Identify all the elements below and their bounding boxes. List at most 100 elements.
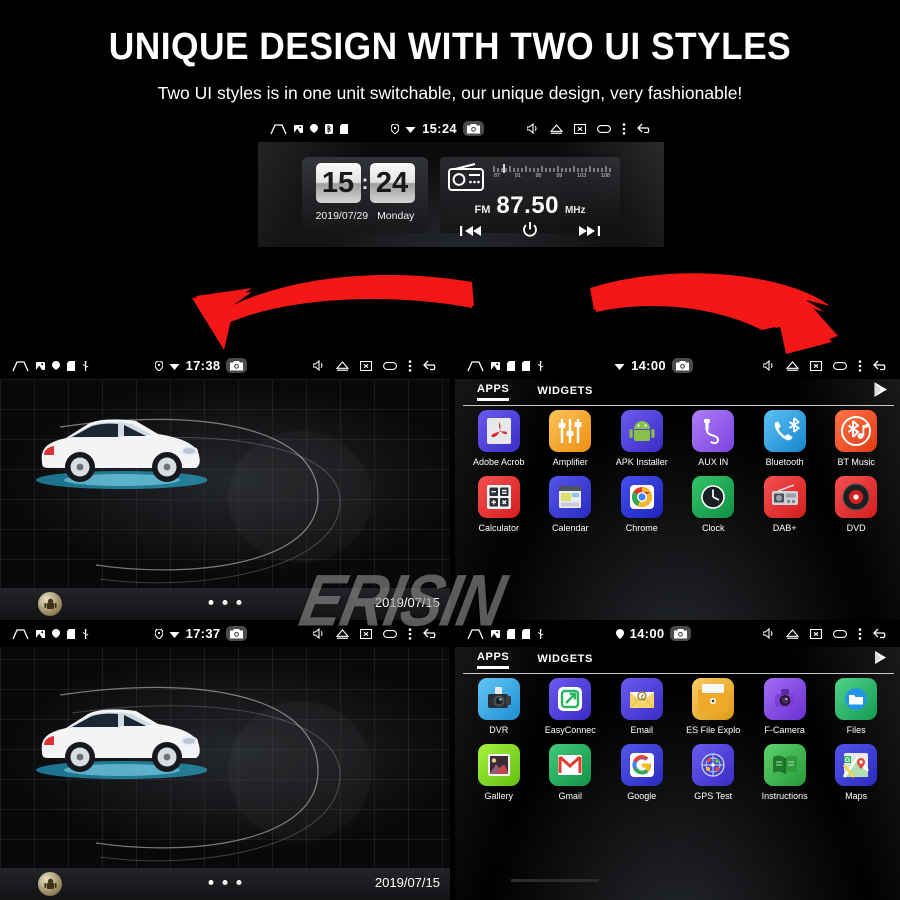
head-unit-home-screen[interactable]: 15:24 15 : 24 2019/07/29 Monday 87 91 95… bbox=[258, 115, 664, 247]
home-icon[interactable] bbox=[270, 123, 287, 135]
tab-apps[interactable]: APPS bbox=[477, 383, 510, 401]
app-easyconnect[interactable]: EasyConnec bbox=[534, 678, 605, 735]
recents-icon[interactable] bbox=[833, 629, 847, 638]
tab-apps[interactable]: APPS bbox=[477, 651, 510, 669]
app-bluetooth[interactable]: Bluetooth bbox=[749, 410, 820, 467]
app-dvr[interactable]: DVR bbox=[463, 678, 534, 735]
app-chrome[interactable]: Chrome bbox=[606, 476, 677, 533]
close-window-icon[interactable] bbox=[809, 628, 823, 639]
back-icon[interactable] bbox=[423, 360, 440, 371]
flip-clock-widget[interactable]: 15 : 24 2019/07/29 Monday bbox=[302, 157, 428, 233]
camera-icon[interactable] bbox=[226, 626, 248, 641]
app-dab-plus[interactable]: DAB+ bbox=[749, 476, 820, 533]
home-icon[interactable] bbox=[12, 628, 29, 640]
volume-icon[interactable] bbox=[312, 359, 325, 372]
home-icon[interactable] bbox=[467, 360, 484, 372]
status-bar-left-bottom[interactable]: 17:37 bbox=[0, 620, 450, 647]
close-window-icon[interactable] bbox=[359, 628, 373, 639]
app-gmail[interactable]: Gmail bbox=[534, 744, 605, 801]
status-bar-top[interactable]: 15:24 bbox=[258, 115, 664, 142]
eject-icon[interactable] bbox=[335, 360, 350, 371]
volume-icon[interactable] bbox=[762, 359, 775, 372]
play-store-icon[interactable] bbox=[873, 382, 888, 402]
app-instructions[interactable]: Instructions bbox=[749, 744, 820, 801]
app-email[interactable]: Email bbox=[606, 678, 677, 735]
close-window-icon[interactable] bbox=[809, 360, 823, 371]
camera-icon[interactable] bbox=[670, 626, 692, 641]
page-dots[interactable] bbox=[208, 600, 242, 605]
next-icon[interactable] bbox=[578, 224, 600, 242]
overflow-icon[interactable] bbox=[858, 627, 862, 640]
camera-icon[interactable] bbox=[671, 358, 693, 373]
dock-bar[interactable]: 2019/07/15 bbox=[0, 868, 450, 900]
eject-icon[interactable] bbox=[335, 628, 350, 639]
back-icon[interactable] bbox=[637, 123, 654, 134]
status-bar-right-top[interactable]: 14:00 bbox=[455, 352, 900, 379]
volume-icon[interactable] bbox=[526, 122, 539, 135]
recents-icon[interactable] bbox=[833, 361, 847, 370]
drawer-tabs[interactable]: APPS WIDGETS bbox=[455, 379, 900, 405]
android-home-icon[interactable] bbox=[38, 872, 62, 896]
instructions-book-icon bbox=[763, 744, 806, 786]
recents-icon[interactable] bbox=[597, 124, 611, 133]
home-icon[interactable] bbox=[467, 628, 484, 640]
overflow-icon[interactable] bbox=[408, 627, 412, 640]
tab-widgets[interactable]: WIDGETS bbox=[537, 653, 593, 668]
car-ui-screen-page2[interactable]: 17:37 29 Calendar Amplifier Clock bbox=[0, 620, 450, 900]
camera-icon[interactable] bbox=[462, 121, 484, 136]
volume-icon[interactable] bbox=[762, 627, 775, 640]
app-grid[interactable]: Adobe Acrob Amplifier APK Installer AUX … bbox=[455, 410, 900, 542]
chrome-icon bbox=[620, 476, 663, 518]
app-dvd[interactable]: DVD bbox=[820, 476, 891, 533]
app-drawer-screen-page1[interactable]: 14:00 APPS WIDGETS Adobe Acrob Amplifier… bbox=[455, 352, 900, 620]
status-bar-right-bottom[interactable]: 14:00 bbox=[455, 620, 900, 647]
drawer-tabs[interactable]: APPS WIDGETS bbox=[455, 647, 900, 673]
page-dots[interactable] bbox=[208, 880, 242, 885]
eject-icon[interactable] bbox=[785, 360, 800, 371]
back-icon[interactable] bbox=[873, 628, 890, 639]
app-calculator[interactable]: Calculator bbox=[463, 476, 534, 533]
eject-icon[interactable] bbox=[549, 123, 564, 134]
app-amplifier[interactable]: Amplifier bbox=[534, 410, 605, 467]
app-clock[interactable]: Clock bbox=[677, 476, 748, 533]
volume-icon[interactable] bbox=[312, 627, 325, 640]
app-grid[interactable]: DVR EasyConnec Email ES File Explo F-Cam… bbox=[455, 678, 900, 810]
power-icon[interactable] bbox=[522, 222, 538, 243]
page-indicator-bar[interactable] bbox=[511, 879, 599, 882]
car-ui-screen-page1[interactable]: 17:38 Settings Bl bbox=[0, 352, 450, 620]
android-home-icon[interactable] bbox=[38, 592, 62, 616]
recents-icon[interactable] bbox=[383, 629, 397, 638]
app-gallery[interactable]: Gallery bbox=[463, 744, 534, 801]
recents-icon[interactable] bbox=[383, 361, 397, 370]
home-icon[interactable] bbox=[12, 360, 29, 372]
app-es-file-explorer[interactable]: ES File Explo bbox=[677, 678, 748, 735]
app-apk-installer[interactable]: APK Installer bbox=[606, 410, 677, 467]
app-google[interactable]: Google bbox=[606, 744, 677, 801]
eject-icon[interactable] bbox=[785, 628, 800, 639]
status-bar-left-top[interactable]: 17:38 bbox=[0, 352, 450, 379]
app-calendar[interactable]: Calendar bbox=[534, 476, 605, 533]
overflow-icon[interactable] bbox=[408, 359, 412, 372]
close-window-icon[interactable] bbox=[359, 360, 373, 371]
app-f-camera[interactable]: F-Camera bbox=[749, 678, 820, 735]
tab-widgets[interactable]: WIDGETS bbox=[537, 385, 593, 400]
app-bt-music[interactable]: BT Music bbox=[820, 410, 891, 467]
prev-icon[interactable] bbox=[460, 224, 482, 242]
tuner-dial[interactable]: 87 91 95 99 103 108 bbox=[492, 163, 612, 191]
play-store-icon[interactable] bbox=[873, 650, 888, 670]
overflow-icon[interactable] bbox=[622, 122, 626, 135]
app-gps-test[interactable]: GPS Test bbox=[677, 744, 748, 801]
back-icon[interactable] bbox=[873, 360, 890, 371]
app-files[interactable]: Files bbox=[820, 678, 891, 735]
close-window-icon[interactable] bbox=[573, 123, 587, 134]
screenshot-icon bbox=[294, 124, 303, 133]
overflow-icon[interactable] bbox=[858, 359, 862, 372]
app-drawer-screen-page2[interactable]: 14:00 APPS WIDGETS DVR EasyConnec Email … bbox=[455, 620, 900, 900]
app-adobe-acrobat[interactable]: Adobe Acrob bbox=[463, 410, 534, 467]
app-maps[interactable]: G Maps bbox=[820, 744, 891, 801]
camera-icon[interactable] bbox=[226, 358, 248, 373]
back-icon[interactable] bbox=[423, 628, 440, 639]
app-aux-in[interactable]: AUX IN bbox=[677, 410, 748, 467]
radio-widget[interactable]: 87 91 95 99 103 108 FM 87.50 MHz bbox=[440, 157, 620, 237]
dock-bar[interactable]: 2019/07/15 bbox=[0, 588, 450, 620]
